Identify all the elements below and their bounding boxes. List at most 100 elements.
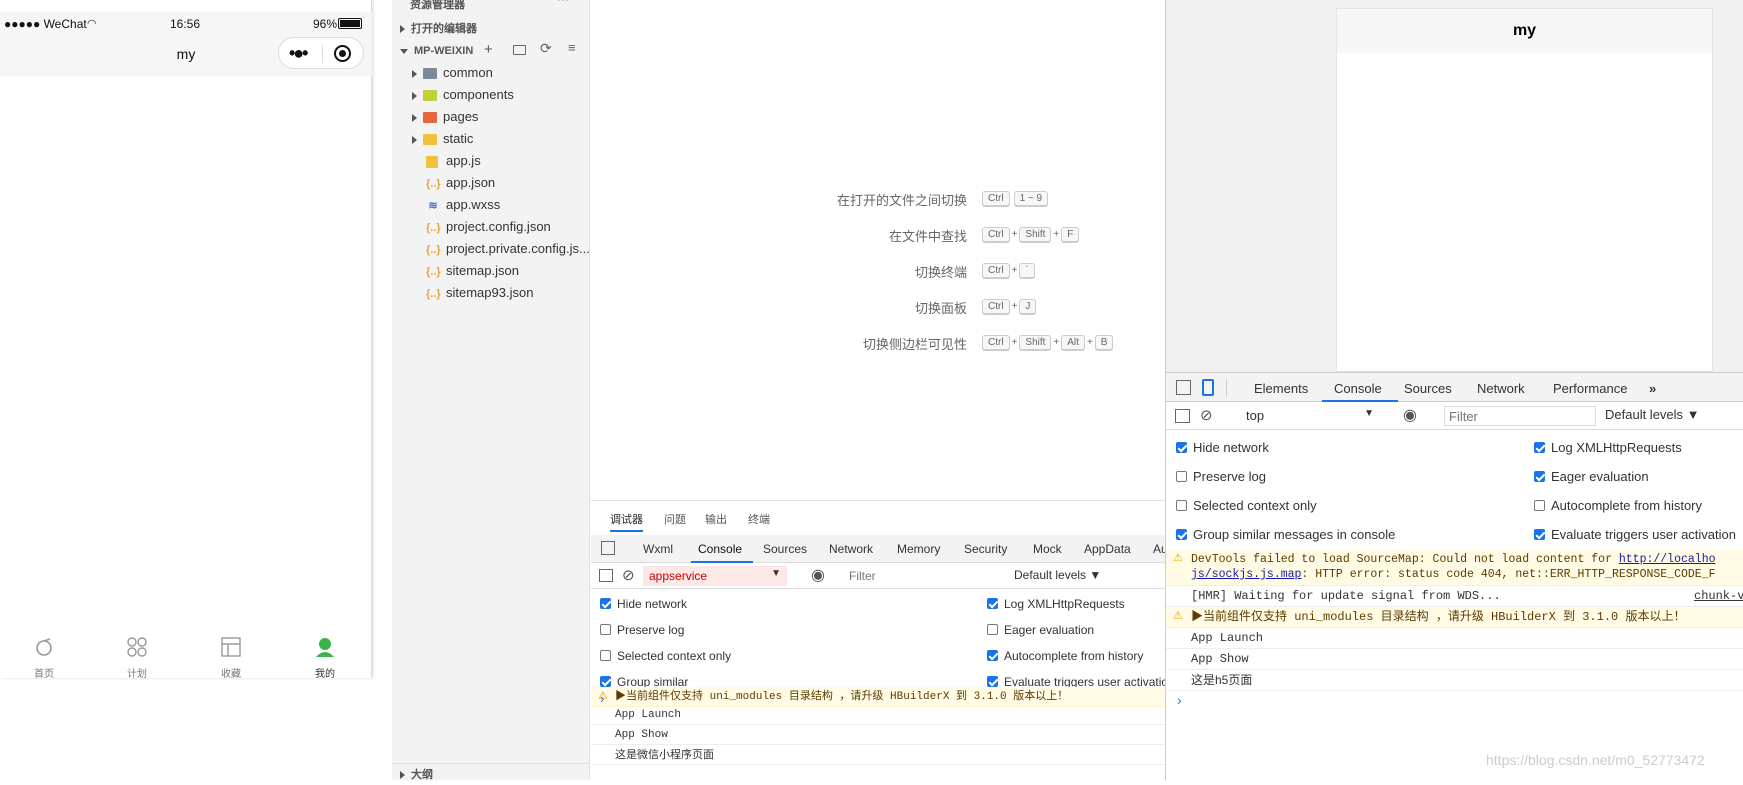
checkbox[interactable] [987, 624, 998, 635]
option-checkbox[interactable]: Hide network [600, 597, 687, 611]
tab-appdata[interactable]: AppData [1084, 542, 1131, 556]
file-item[interactable]: {..} project.private.config.js... [392, 238, 590, 260]
outline-section[interactable]: 大纲 [392, 763, 590, 785]
tab-performance[interactable]: Performance [1553, 381, 1627, 396]
file-item[interactable]: {..} app.json [392, 172, 590, 194]
capsule-menu[interactable]: •●• [278, 37, 364, 69]
checkbox[interactable] [1534, 500, 1545, 511]
checkbox[interactable] [987, 650, 998, 661]
source-link[interactable]: chunk-v [1694, 586, 1743, 606]
sidebar-toggle-icon[interactable] [1175, 409, 1190, 423]
file-item[interactable]: app.js [392, 150, 590, 172]
option-checkbox[interactable]: Group similar messages in console [1176, 527, 1395, 542]
panel-tab-output[interactable]: 输出 [705, 511, 727, 527]
file-item[interactable]: {..} sitemap93.json [392, 282, 590, 304]
new-folder-icon[interactable] [513, 45, 526, 55]
folder-icon [423, 90, 437, 102]
tab-wxml[interactable]: Wxml [643, 542, 673, 556]
tab-security[interactable]: Security [964, 542, 1007, 556]
panel-tab-terminal[interactable]: 终端 [748, 511, 770, 527]
more-actions-icon[interactable]: ··· [557, 0, 569, 6]
inspect-element-icon[interactable] [601, 541, 615, 555]
tab-home[interactable]: 首页 [14, 630, 74, 680]
device-toolbar-icon[interactable] [1202, 379, 1214, 396]
tab-profile[interactable]: 我的 [295, 630, 355, 680]
tab-network[interactable]: Network [829, 542, 873, 556]
option-checkbox[interactable]: Log XMLHttpRequests [1534, 440, 1682, 455]
file-item[interactable]: {..} sitemap.json [392, 260, 590, 282]
checkbox[interactable] [1176, 529, 1187, 540]
checkbox[interactable] [600, 624, 611, 635]
tab-sources[interactable]: Sources [1404, 381, 1452, 396]
filter-input[interactable] [1444, 406, 1596, 426]
tab-sources[interactable]: Sources [763, 542, 807, 556]
folder-item[interactable]: components [392, 84, 590, 106]
tab-label: 首页 [34, 669, 54, 680]
log-levels-select[interactable]: Default levels ▼ [1014, 568, 1101, 582]
tab-console[interactable]: Console [1334, 381, 1382, 396]
clear-console-icon[interactable]: ⊘ [622, 566, 635, 584]
clear-console-icon[interactable]: ⊘ [1200, 406, 1213, 424]
tab-network[interactable]: Network [1477, 381, 1525, 396]
close-miniprogram-icon[interactable] [334, 45, 351, 62]
option-checkbox[interactable]: Autocomplete from history [987, 649, 1143, 663]
sidebar-toggle-icon[interactable] [599, 569, 613, 582]
eye-icon[interactable]: ◉ [1403, 405, 1417, 425]
key-cap: Shift [1019, 335, 1052, 350]
file-item[interactable]: {..} project.config.json [392, 216, 590, 238]
context-select[interactable]: top ▼ [1242, 405, 1380, 425]
checkbox[interactable] [1534, 471, 1545, 482]
tab-collect[interactable]: 收藏 [201, 630, 261, 680]
console-toolbar: ⊘ top▼ ◉ Default levels ▼ [1166, 402, 1743, 430]
checkbox[interactable] [600, 598, 611, 609]
open-editors-section[interactable]: 打开的编辑器 [392, 18, 590, 40]
checkbox[interactable] [600, 650, 611, 661]
folder-item[interactable]: static [392, 128, 590, 150]
checkbox[interactable] [987, 676, 998, 687]
checkbox[interactable] [1176, 471, 1187, 482]
tab-mock[interactable]: Mock [1033, 542, 1062, 556]
new-file-icon[interactable]: + [484, 41, 493, 58]
option-checkbox[interactable]: Eager evaluation [987, 623, 1094, 637]
inspect-element-icon[interactable] [1176, 380, 1191, 395]
carrier-label: ●●●●● WeChat [4, 17, 87, 31]
refresh-icon[interactable]: ⟳ [540, 40, 552, 57]
sourcemap-link[interactable]: http://localho [1619, 553, 1716, 566]
option-checkbox[interactable]: Hide network [1176, 440, 1269, 455]
tab-elements[interactable]: Elements [1254, 381, 1308, 396]
checkbox[interactable] [1176, 442, 1187, 453]
filter-input[interactable] [845, 567, 997, 585]
file-item[interactable]: ≋ app.wxss [392, 194, 590, 216]
option-checkbox[interactable]: Preserve log [1176, 469, 1266, 484]
option-checkbox[interactable]: Evaluate triggers user activation [1534, 527, 1736, 542]
more-icon[interactable]: •●• [289, 44, 309, 62]
checkbox[interactable] [1534, 529, 1545, 540]
checkbox[interactable] [1176, 500, 1187, 511]
option-checkbox[interactable]: Preserve log [600, 623, 684, 637]
option-checkbox[interactable]: Selected context only [1176, 498, 1317, 513]
checkbox[interactable] [600, 676, 611, 687]
checkbox[interactable] [987, 598, 998, 609]
more-tabs-icon[interactable]: » [1649, 381, 1656, 396]
debugger-panel: 调试器 问题 输出 终端 Wxml Console Sources Networ… [591, 500, 1175, 780]
folder-item[interactable]: pages [392, 106, 590, 128]
log-levels-select[interactable]: Default levels ▼ [1605, 407, 1700, 422]
option-checkbox[interactable]: Autocomplete from history [1534, 498, 1702, 513]
panel-tab-debugger[interactable]: 调试器 [610, 511, 643, 532]
h5-devtools: my Elements Console Sources Network Perf… [1165, 0, 1743, 780]
tab-plan[interactable]: 计划 [107, 630, 167, 680]
option-checkbox[interactable]: Eager evaluation [1534, 469, 1649, 484]
console-prompt[interactable]: › [1177, 692, 1182, 708]
folder-item[interactable]: common [392, 62, 590, 84]
context-select[interactable]: appservice ▼ [643, 566, 787, 586]
collapse-all-icon[interactable]: ≡ [568, 40, 576, 55]
option-checkbox[interactable]: Selected context only [600, 649, 731, 663]
panel-tab-problems[interactable]: 问题 [664, 511, 686, 527]
option-checkbox[interactable]: Log XMLHttpRequests [987, 597, 1125, 611]
checkbox[interactable] [1534, 442, 1545, 453]
console-prompt[interactable]: › [600, 691, 604, 706]
tab-memory[interactable]: Memory [897, 542, 940, 556]
eye-icon[interactable]: ◉ [811, 565, 825, 585]
tab-console[interactable]: Console [698, 542, 742, 556]
sourcemap-link[interactable]: js/sockjs.js.map [1191, 568, 1301, 581]
